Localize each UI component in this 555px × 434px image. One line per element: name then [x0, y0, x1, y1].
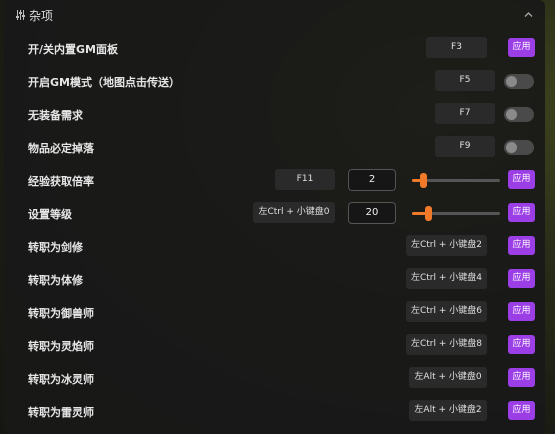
row-gm-panel: 开/关内置GM面板 F3 应用 [4, 32, 545, 65]
row-item-drop: 物品必定掉落 F9 [4, 131, 545, 164]
row-no-equip-req: 无装备需求 F7 [4, 98, 545, 131]
row-class-beast: 转职为御兽师 左Ctrl + 小键盘6 应用 [4, 296, 545, 329]
row-label: 转职为体修 [28, 274, 83, 287]
slider-thumb[interactable] [419, 173, 427, 188]
row-class-thunder: 转职为雷灵师 左Alt + 小键盘2 应用 [4, 395, 545, 428]
hotkey-badge: 左Ctrl + 小键盘0 [253, 202, 335, 223]
hotkey-badge: F5 [435, 70, 495, 91]
row-label: 开启GM模式（地图点击传送） [28, 76, 180, 89]
value-input[interactable]: 2 [348, 169, 396, 191]
toggle-switch[interactable] [504, 74, 534, 89]
hotkey-badge: 左Ctrl + 小键盘8 [406, 334, 487, 355]
hotkey-badge: F11 [275, 169, 335, 190]
hotkey-badge: F7 [435, 103, 495, 124]
row-label: 转职为雷灵师 [28, 406, 94, 419]
apply-button[interactable]: 应用 [508, 38, 535, 57]
slider-thumb[interactable] [424, 206, 432, 221]
toggle-switch[interactable] [504, 107, 534, 122]
misc-panel: 杂项 开/关内置GM面板 F3 应用 开启GM模式（地图点击传送） F5 无装备… [4, 0, 545, 434]
hotkey-badge: 左Alt + 小键盘0 [409, 367, 487, 388]
row-label: 转职为剑修 [28, 241, 83, 254]
row-class-body: 转职为体修 左Ctrl + 小键盘4 应用 [4, 263, 545, 296]
apply-button[interactable]: 应用 [508, 236, 535, 255]
apply-button[interactable]: 应用 [508, 335, 535, 354]
row-label: 转职为御兽师 [28, 307, 94, 320]
hotkey-badge: F9 [435, 136, 495, 157]
hotkey-badge: 左Ctrl + 小键盘2 [406, 235, 487, 256]
row-label: 转职为灵焰师 [28, 340, 94, 353]
row-class-flame: 转职为灵焰师 左Ctrl + 小键盘8 应用 [4, 329, 545, 362]
value-input[interactable]: 20 [348, 202, 396, 224]
hotkey-badge: 左Alt + 小键盘2 [409, 400, 487, 421]
toggle-knob [506, 142, 517, 153]
row-class-ice: 转职为冰灵师 左Alt + 小键盘0 应用 [4, 362, 545, 395]
apply-button[interactable]: 应用 [508, 401, 535, 420]
row-class-sword: 转职为剑修 左Ctrl + 小键盘2 应用 [4, 230, 545, 263]
apply-button[interactable]: 应用 [508, 368, 535, 387]
row-label: 物品必定掉落 [28, 142, 94, 155]
row-label: 无装备需求 [28, 109, 83, 122]
apply-button[interactable]: 应用 [508, 302, 535, 321]
section-header[interactable]: 杂项 [4, 0, 545, 30]
apply-button[interactable]: 应用 [508, 203, 535, 222]
apply-button[interactable]: 应用 [508, 269, 535, 288]
row-label: 开/关内置GM面板 [28, 43, 118, 56]
section-title: 杂项 [29, 9, 54, 23]
hotkey-badge: 左Ctrl + 小键盘6 [406, 301, 487, 322]
toggle-knob [506, 109, 517, 120]
row-set-level: 设置等级 左Ctrl + 小键盘0 20 应用 [4, 197, 545, 230]
toggle-switch[interactable] [504, 140, 534, 155]
row-label: 经验获取倍率 [28, 175, 94, 188]
chevron-up-icon[interactable] [524, 11, 533, 18]
apply-button[interactable]: 应用 [508, 170, 535, 189]
row-label: 设置等级 [28, 208, 72, 221]
row-gm-mode: 开启GM模式（地图点击传送） F5 [4, 65, 545, 98]
hotkey-badge: 左Ctrl + 小键盘4 [406, 268, 487, 289]
sliders-icon [16, 10, 25, 20]
row-label: 转职为冰灵师 [28, 373, 94, 386]
hotkey-badge: F3 [426, 37, 487, 58]
row-exp-rate: 经验获取倍率 F11 2 应用 [4, 164, 545, 197]
toggle-knob [506, 76, 517, 87]
